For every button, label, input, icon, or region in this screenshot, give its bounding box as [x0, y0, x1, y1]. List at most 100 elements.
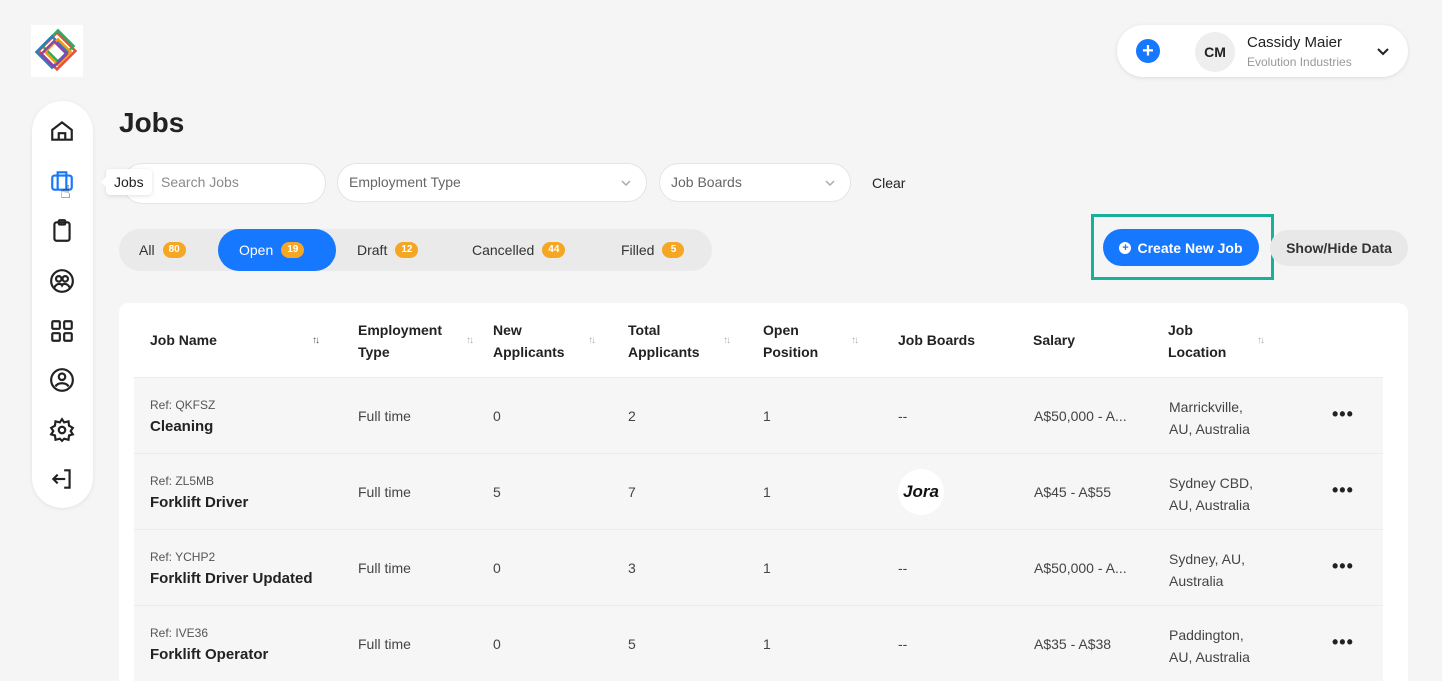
job-name-link[interactable]: Forklift Operator [150, 646, 268, 663]
user-menu[interactable]: + CM Cassidy Maier Evolution Industries [1117, 25, 1408, 77]
sidebar-nav [32, 101, 93, 508]
new-applicants: 0 [493, 560, 501, 576]
create-new-job-button[interactable]: + Create New Job [1103, 229, 1259, 266]
salary: A$50,000 - A... [1034, 560, 1127, 576]
users-icon [50, 269, 74, 293]
salary: A$35 - A$38 [1034, 636, 1112, 652]
plus-circle-icon: + [1119, 241, 1132, 254]
sidebar-item-settings[interactable] [46, 414, 78, 446]
column-header-job-name[interactable]: Job Name [150, 329, 217, 351]
tab-label: Cancelled [472, 242, 535, 258]
column-header-label: Type [358, 344, 390, 360]
column-header-employment-type[interactable]: Employment Type [358, 319, 442, 363]
column-header-label: Total [628, 322, 661, 338]
sidebar-item-tasks[interactable] [46, 215, 78, 247]
chevron-down-icon [621, 180, 631, 187]
column-header-label: Applicants [628, 344, 700, 360]
count-badge: 19 [281, 242, 305, 258]
column-header-label: Applicants [493, 344, 565, 360]
row-actions-menu[interactable]: ••• [1332, 480, 1354, 501]
new-applicants: 5 [493, 484, 501, 500]
job-ref: Ref: YCHP2 [150, 550, 216, 564]
clear-filters-button[interactable]: Clear [872, 175, 905, 191]
company-logo[interactable] [31, 25, 83, 77]
employment-type: Full time [358, 560, 411, 576]
gear-icon [49, 417, 75, 443]
sort-icon[interactable]: ↑↓ [723, 335, 731, 346]
job-location: Sydney CBD, AU, Australia [1169, 472, 1279, 516]
search-box[interactable] [122, 163, 326, 204]
row-actions-menu[interactable]: ••• [1332, 556, 1354, 577]
column-header-open-position[interactable]: Open Position [763, 319, 818, 363]
sidebar-item-candidates[interactable] [46, 265, 78, 297]
job-name-link[interactable]: Forklift Driver [150, 494, 248, 511]
location-line: Australia [1169, 573, 1224, 589]
job-boards: -- [898, 560, 908, 576]
sort-icon[interactable]: ↑↓ [851, 335, 859, 346]
sort-icon[interactable]: ↑↓ [1257, 335, 1265, 346]
total-applicants: 3 [628, 560, 636, 576]
table-row[interactable]: Ref: YCHP2 Forklift Driver Updated Full … [134, 529, 1383, 605]
tab-filled[interactable]: Filled 5 [621, 229, 685, 271]
location-line: Marrickville, [1169, 399, 1243, 415]
search-input[interactable] [161, 174, 311, 190]
tab-cancelled[interactable]: Cancelled 44 [472, 229, 566, 271]
table-row[interactable]: Ref: ZL5MB Forklift Driver Full time 5 7… [134, 453, 1383, 529]
row-actions-menu[interactable]: ••• [1332, 632, 1354, 653]
quick-add-button[interactable]: + [1136, 39, 1160, 63]
tab-draft[interactable]: Draft 12 [357, 229, 419, 271]
job-boards: -- [898, 408, 908, 424]
sidebar-item-logout[interactable] [46, 463, 78, 495]
location-line: AU, Australia [1169, 497, 1250, 513]
tab-label: All [139, 242, 155, 258]
job-ref: Ref: ZL5MB [150, 474, 215, 488]
employment-type: Full time [358, 636, 411, 652]
user-organization: Evolution Industries [1247, 55, 1352, 69]
salary: A$45 - A$55 [1034, 484, 1112, 500]
column-header-new-applicants[interactable]: New Applicants [493, 319, 565, 363]
logout-icon [51, 469, 71, 489]
count-badge: 12 [395, 242, 419, 258]
column-header-label: Position [763, 344, 819, 360]
total-applicants: 7 [628, 484, 636, 500]
employment-type: Full time [358, 484, 411, 500]
sort-icon[interactable]: ↑↓ [588, 335, 596, 346]
sort-icon[interactable]: ↑↓ [466, 335, 474, 346]
sidebar-item-apps[interactable] [46, 315, 78, 347]
employment-type: Full time [358, 408, 411, 424]
table-row[interactable]: Ref: QKFSZ Cleaning Full time 0 2 1 -- A… [134, 377, 1383, 453]
job-boards-placeholder: Job Boards [671, 174, 742, 190]
total-applicants: 5 [628, 636, 636, 652]
grid-icon [51, 320, 73, 342]
column-header-label: Salary [1033, 332, 1076, 348]
tab-all[interactable]: All 80 [139, 229, 186, 271]
sidebar-item-home[interactable] [46, 115, 78, 147]
column-header-job-location[interactable]: Job Location [1168, 319, 1226, 363]
sort-icon[interactable]: ↑↓ [312, 335, 320, 346]
jobs-table: Job Name ↑↓ Employment Type ↑↓ New Applica… [119, 303, 1408, 681]
column-header-label: Job Boards [898, 332, 976, 348]
open-positions: 1 [763, 636, 771, 652]
job-name-link[interactable]: Forklift Driver Updated [150, 570, 313, 587]
create-new-job-label: Create New Job [1137, 239, 1243, 256]
location-line: Paddington, [1169, 627, 1244, 643]
job-boards: -- [898, 636, 908, 652]
column-header-total-applicants[interactable]: Total Applicants [628, 319, 700, 363]
row-actions-menu[interactable]: ••• [1332, 404, 1354, 425]
table-row[interactable]: Ref: IVE36 Forklift Operator Full time 0… [134, 605, 1383, 681]
open-positions: 1 [763, 560, 771, 576]
user-name: Cassidy Maier [1247, 34, 1343, 51]
user-pin-icon [50, 368, 74, 392]
job-boards-select[interactable]: Job Boards [659, 163, 851, 202]
employment-type-select[interactable]: Employment Type [337, 163, 647, 202]
location-line: Sydney, AU, [1169, 551, 1246, 567]
show-hide-data-button[interactable]: Show/Hide Data [1270, 230, 1408, 266]
column-header-label: Location [1168, 344, 1227, 360]
chevron-down-icon[interactable] [1375, 43, 1391, 59]
tab-open[interactable]: Open 19 [218, 229, 336, 271]
job-name-link[interactable]: Cleaning [150, 418, 213, 435]
job-location: Marrickville, AU, Australia [1169, 396, 1279, 440]
location-line: Sydney CBD, [1169, 475, 1254, 491]
sidebar-item-profile[interactable] [46, 364, 78, 396]
column-header-label: Job Name [150, 332, 217, 348]
